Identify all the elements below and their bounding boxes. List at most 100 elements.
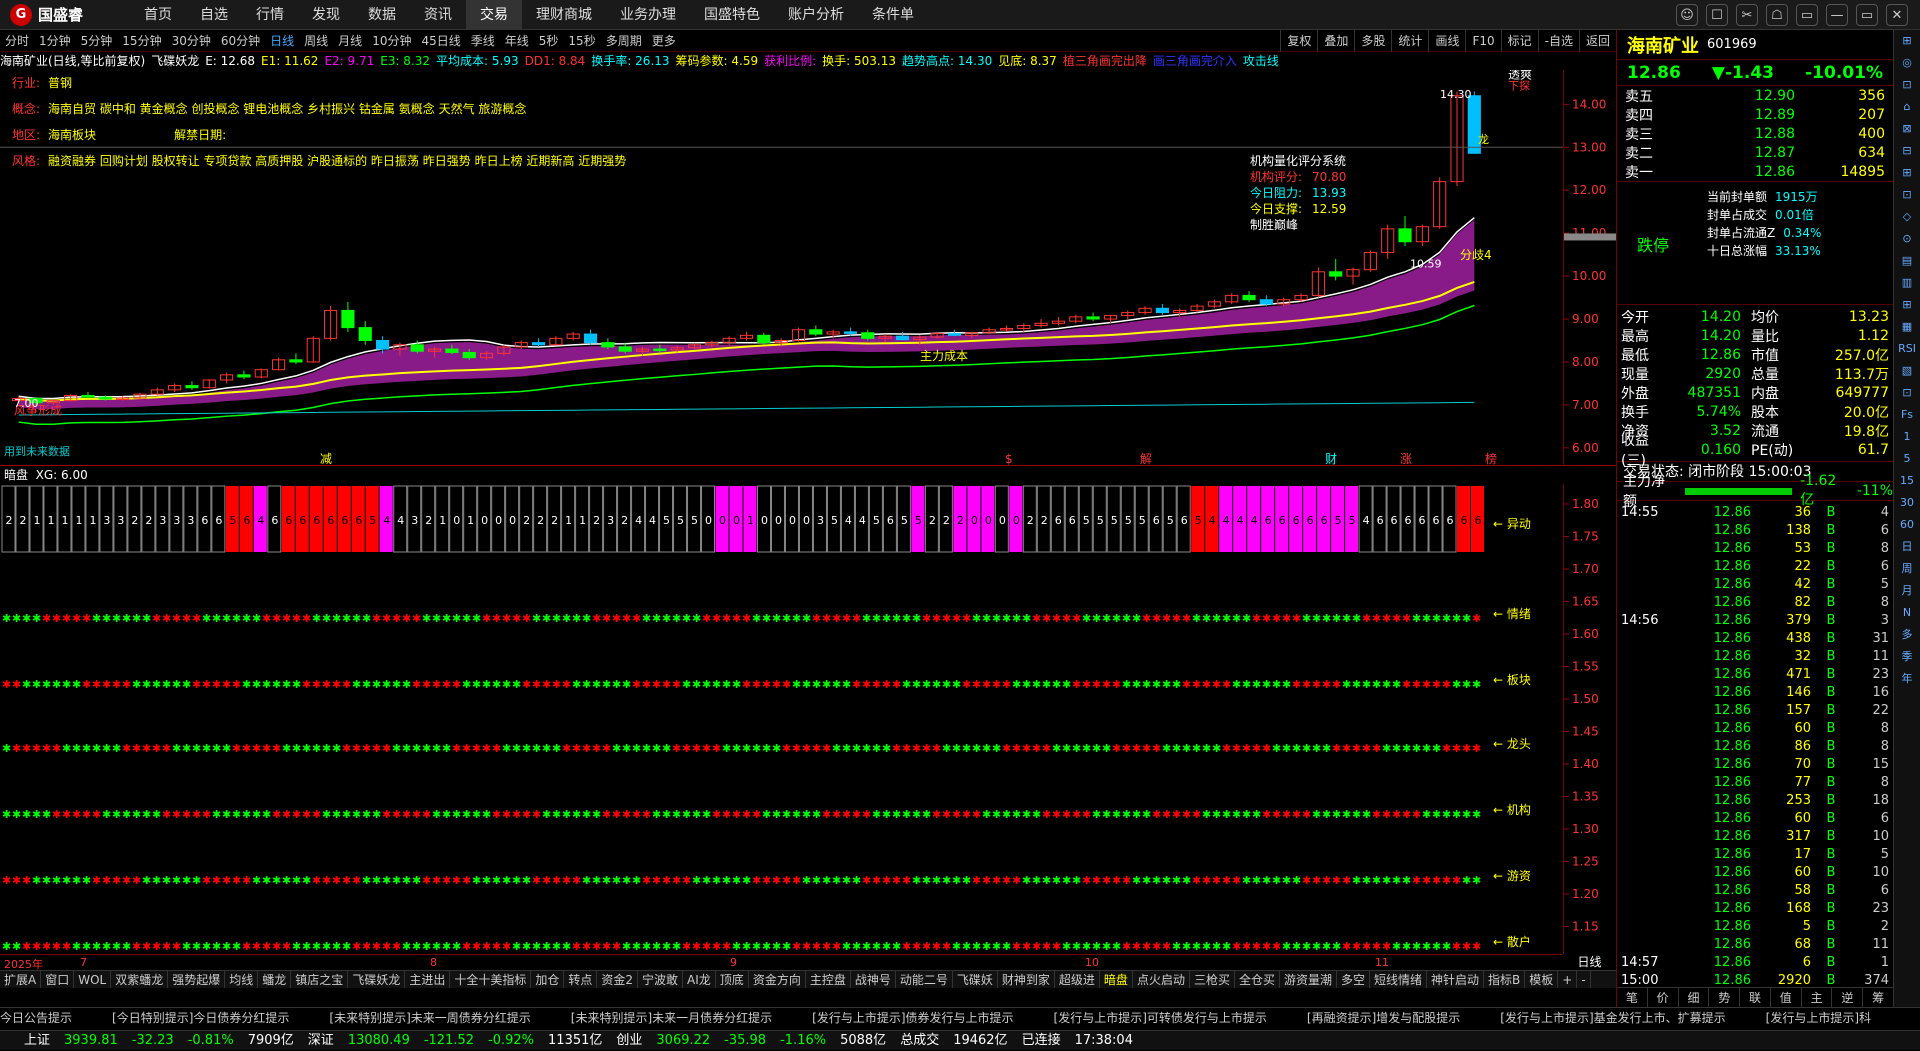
indicator-tab[interactable]: 财神到家 [998,971,1055,988]
event-tag[interactable]: 榜 [1485,451,1497,465]
quote-tab[interactable]: 势 [1709,988,1741,1007]
sidebar-tool-icon[interactable]: 1 [1894,426,1920,448]
indicator-tab[interactable]: 双紫蟠龙 [111,971,169,988]
sidebar-tool-icon[interactable]: ⊞ [1894,162,1920,184]
quote-tab[interactable]: 联 [1740,988,1771,1007]
window-control-icon[interactable]: ▭ [1796,4,1818,26]
candle[interactable] [445,348,459,354]
indicator-tab[interactable]: 模板 [1525,971,1559,988]
quote-tab[interactable]: 值 [1771,988,1802,1007]
chart-tool-button[interactable]: -自选 [1537,30,1579,52]
sidebar-tool-icon[interactable]: ▥ [1894,272,1920,294]
sidebar-tool-icon[interactable]: ▤ [1894,250,1920,272]
chart-tool-button[interactable]: F10 [1465,30,1500,52]
indicator-tab[interactable]: 加仓 [531,971,565,988]
sidebar-tool-icon[interactable]: 5 [1894,448,1920,470]
news-ticker[interactable]: 今日公告提示 [今日特别提示]今日债券分红提示 [未来特别提示]未来一周债券分红提示… [0,1007,1920,1027]
candle[interactable] [1155,307,1169,314]
indicator-tab[interactable]: 窗口 [41,971,75,988]
candle[interactable] [81,394,95,398]
window-control-icon[interactable]: ✕ [1886,4,1908,26]
period-tab[interactable]: 45日线 [416,30,465,52]
quote-tab[interactable]: 笔 [1617,988,1648,1007]
nav-item[interactable]: 资讯 [410,0,466,30]
candle[interactable] [237,374,251,378]
sidebar-tool-icon[interactable]: ◇ [1894,206,1920,228]
period-tab[interactable]: 10分钟 [367,30,416,52]
indicator-tab[interactable]: AI龙 [683,971,716,988]
indicator-tab[interactable]: 均线 [225,971,259,988]
period-tab[interactable]: 季线 [466,30,500,52]
event-tag[interactable]: 减 [320,452,332,465]
chart-tool-button[interactable]: 返回 [1578,30,1616,52]
chart-tool-button[interactable]: 多股 [1354,30,1391,52]
sidebar-tool-icon[interactable]: ▧ [1894,360,1920,382]
sidebar-tool-icon[interactable]: ⊞ [1894,30,1920,52]
news-item[interactable]: [未来特别提示]未来一周债券分红提示 [329,1011,530,1025]
candle[interactable] [98,396,112,400]
indicator-tab[interactable]: 主控盘 [806,971,851,988]
nav-item[interactable]: 行情 [242,0,298,30]
period-tab[interactable]: 多周期 [601,30,647,52]
indicator-tab[interactable]: 资金2 [597,971,639,988]
quote-tab[interactable]: 筹 [1863,988,1895,1007]
chart-tool-button[interactable]: 叠加 [1317,30,1354,52]
candle[interactable] [861,332,875,339]
candle[interactable] [757,334,771,344]
chart-tool-button[interactable]: 画线 [1428,30,1465,52]
nav-item[interactable]: 数据 [354,0,410,30]
nav-item[interactable]: 自选 [186,0,242,30]
ask-row[interactable]: 卖五 12.90 356 [1617,86,1893,105]
sidebar-tool-icon[interactable]: ⊠ [1894,118,1920,140]
candle[interactable] [809,329,823,335]
candle[interactable] [895,335,910,341]
sidebar-tool-icon[interactable]: ⊟ [1894,140,1920,162]
indicator-tab[interactable]: 主进出 [405,971,451,988]
nav-item[interactable]: 业务办理 [606,0,690,30]
sidebar-tool-icon[interactable]: 周 [1894,558,1920,580]
indicator-tab[interactable]: 强势起爆 [168,971,226,988]
indicator-tab[interactable]: 点火启动 [1133,971,1190,988]
nav-item[interactable]: 理财商城 [522,0,606,30]
chart-tool-button[interactable]: 复权 [1280,30,1317,52]
indicator-tab[interactable]: 超级进 [1055,971,1100,988]
indicator-tab[interactable]: 蟠龙 [258,971,292,988]
candle[interactable] [376,339,390,350]
sidebar-tool-icon[interactable]: 多 [1894,624,1920,646]
window-control-icon[interactable]: ✂ [1736,4,1758,26]
sidebar-tool-icon[interactable]: 日 [1894,536,1920,558]
sidebar-tool-icon[interactable]: 季 [1894,646,1920,668]
indicator-tab[interactable]: 短线情绪 [1370,971,1428,988]
candle[interactable] [601,342,615,348]
event-tag[interactable]: 涨 [1400,451,1412,465]
candle[interactable] [618,346,632,352]
chart-tool-button[interactable]: 统计 [1391,30,1428,52]
ask-row[interactable]: 卖四 12.89 207 [1617,105,1893,124]
nav-item[interactable]: 交易 [466,0,522,30]
indicator-tab[interactable]: 暗盘 [1100,971,1133,988]
candle[interactable] [462,352,476,359]
sidebar-tool-icon[interactable]: 60 [1894,514,1920,536]
ask-row[interactable]: 卖一 12.86 14895 [1617,162,1893,181]
nav-item[interactable]: 首页 [130,0,186,30]
news-item[interactable]: [再融资提示]增发与配股提示 [1307,1011,1460,1025]
window-control-icon[interactable]: ☺ [1676,4,1698,26]
news-item[interactable]: [发行与上市提示]债券发行与上市提示 [812,1011,1013,1025]
indicator-tab[interactable]: 顶底 [716,971,749,988]
nav-item[interactable]: 发现 [298,0,354,30]
quote-tab[interactable]: 细 [1679,988,1710,1007]
sidebar-tool-icon[interactable]: ⌂ [1894,96,1920,118]
period-tab[interactable]: 5秒 [534,30,564,52]
indicator-tab[interactable]: 飞碟妖 [953,971,998,988]
chart-tool-button[interactable]: 标记 [1500,30,1538,52]
event-tag[interactable]: $ [1005,452,1013,465]
period-tab[interactable]: 1分钟 [34,30,76,52]
candle[interactable] [410,344,424,352]
period-tab[interactable]: 15秒 [563,30,600,52]
indicator-tab[interactable]: 资金方向 [749,971,806,988]
nav-item[interactable]: 国盛特色 [690,0,774,30]
quote-tab[interactable]: 逆 [1832,988,1864,1007]
candle[interactable] [1398,228,1412,243]
candle[interactable] [1329,271,1343,277]
tick-list[interactable]: 14:55 12.86 36 B 4 12.86 138 B 6 12.86 53 B 8 12.86 22… [1617,501,1893,989]
